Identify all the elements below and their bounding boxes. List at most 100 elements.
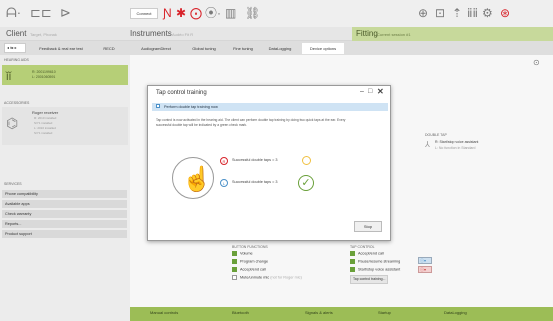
tap-control-training-button[interactable]: Tap control training...: [350, 275, 388, 284]
tc-accept-end-call[interactable]: Accept/end call: [350, 251, 384, 256]
tab-datalogging-bottom[interactable]: DataLogging: [444, 310, 467, 315]
right-ear-badge: R: [220, 157, 228, 165]
hearing-aids-panel[interactable]: ǐǐ R: 2001199610 L: 2001060591: [2, 65, 128, 85]
tab-feedback[interactable]: Feedback & real ear test: [32, 43, 90, 54]
dialog-title: Tap control training: [156, 90, 207, 96]
top-toolbar: ᗩ· ⊏⊏ ⊳ Connect Ɲ ✱ ⨀ ⦿· ▥ ⛓ ⊕ ⊡ ⇡ ⅱⅱ ⚙ …: [0, 0, 553, 27]
fitting-label: Fitting: [356, 29, 378, 38]
accessories-panel[interactable]: ⌬ Roger receiver R: 2010 installed S/Y1 …: [2, 107, 128, 145]
service-label: Reports...: [5, 222, 22, 226]
tab-audiogramdirect[interactable]: AudiogramDirect: [130, 43, 182, 54]
tc-voice-assistant[interactable]: Start/stop voice assistant: [350, 267, 400, 272]
tab-fine-tuning[interactable]: Fine tuning: [228, 43, 258, 54]
fitting-banner[interactable]: Fitting Current session #1: [352, 27, 553, 41]
tc-pause-resume[interactable]: Pause/resume streaming: [350, 259, 400, 264]
maximize-icon[interactable]: □: [368, 88, 372, 95]
help-icon[interactable]: ⊙: [533, 57, 540, 69]
close-icon[interactable]: ✕: [377, 87, 384, 96]
service-check-warranty[interactable]: Check warranty: [2, 210, 127, 218]
accessory-line: L: 2010 installed: [34, 126, 56, 130]
service-product-support[interactable]: Product support: [2, 230, 127, 238]
roger-receiver-icon: ⌬: [6, 115, 19, 131]
tab-global-tuning[interactable]: Global tuning: [186, 43, 222, 54]
hand-glyph: ☝: [182, 166, 212, 193]
tab-manual-controls[interactable]: Manual controls: [150, 310, 178, 315]
banner-text: Perform double tap training now: [164, 104, 218, 109]
link-icon[interactable]: ⛓: [245, 7, 260, 19]
accessory-line: R: 2010 installed: [34, 116, 57, 120]
audiogram-icon[interactable]: ⊡: [435, 7, 445, 19]
tools-icon[interactable]: ⚙: [482, 7, 493, 19]
tab-bluetooth[interactable]: Bluetooth: [232, 310, 249, 315]
checkbox[interactable]: [350, 259, 355, 264]
service-label: Phone compatibility: [5, 192, 38, 196]
connect-button[interactable]: Connect: [130, 8, 158, 19]
bf-program-change[interactable]: Program change: [232, 259, 268, 264]
instruments-name[interactable]: Audéo Fit R: [172, 32, 193, 37]
tab-device-options[interactable]: Device options: [302, 43, 344, 54]
status-left-text: Successful double taps = 3: [232, 180, 278, 184]
button-functions-heading: BUTTON FUNCTIONS: [232, 245, 268, 249]
tab-startup[interactable]: Startup: [378, 310, 391, 315]
checkbox[interactable]: [232, 251, 237, 256]
fitting-session: Current session #1: [377, 32, 411, 37]
checkbox-label: Pause/resume streaming: [358, 259, 401, 264]
left-ear-badge: L: [220, 179, 228, 187]
checkbox-note: (not for Roger mic): [270, 275, 302, 280]
tap-hand-icon: ☝: [172, 157, 214, 199]
service-label: Check warranty: [5, 212, 32, 216]
client-name[interactable]: Target, Phonak: [30, 32, 57, 37]
accessory-line: S/Y1 installed: [34, 131, 53, 135]
globe-icon[interactable]: ⊕: [418, 7, 428, 19]
double-tap-heading: DOUBLE TAP: [425, 133, 447, 137]
status-right-text: Successful double taps = 3: [232, 158, 278, 162]
checkbox[interactable]: [232, 259, 237, 264]
tab-datalogging[interactable]: DataLogging: [262, 43, 298, 54]
ear-icon: ⅄: [425, 140, 430, 149]
voice-assistant-side-select[interactable]: ⓘ▾: [418, 266, 432, 273]
fitting-link-icon[interactable]: ⨀: [190, 7, 202, 19]
checkbox-label: Mute/unmute mic: [240, 275, 270, 280]
hearing-icon[interactable]: ᗩ·: [6, 6, 21, 19]
hearing-aid-right-serial: R: 2001199610: [32, 70, 56, 74]
audio-icon[interactable]: ✱: [176, 7, 186, 19]
checkbox[interactable]: [232, 267, 237, 272]
instrument-icon[interactable]: ⦿·: [205, 7, 221, 19]
minimize-icon[interactable]: –: [360, 88, 364, 95]
stop-button[interactable]: Stop: [354, 221, 382, 232]
client-label: Client: [6, 29, 27, 38]
tab-recd[interactable]: RECD: [98, 43, 120, 54]
checkbox[interactable]: [232, 275, 237, 280]
info-icon: ⓘ▾: [420, 258, 427, 263]
service-reports[interactable]: Reports...: [2, 220, 127, 228]
settings-icon[interactable]: ▥: [225, 7, 236, 19]
dialog-body: Tap control is now activated in the hear…: [156, 118, 346, 127]
datalog-icon[interactable]: ⊛: [500, 7, 510, 19]
checkbox[interactable]: [350, 267, 355, 272]
history-nav[interactable]: ◂ ⇆ ▸: [4, 43, 26, 53]
checkbox-label: Accept/end call: [240, 267, 266, 272]
pending-ring-icon: [302, 156, 311, 165]
fine-tune-icon[interactable]: ⅱⅱ: [467, 7, 478, 19]
tap-control-section: TAP CONTROL Accept/end call Pause/resume…: [350, 245, 470, 295]
bf-mute-mic[interactable]: Mute/unmute mic (not for Roger mic): [232, 275, 302, 280]
accessory-line: S/Y1 installed: [34, 121, 53, 125]
hearing-aid-pair-icon: ǐǐ: [6, 69, 12, 83]
checkbox[interactable]: [350, 251, 355, 256]
status-right: R Successful double taps = 3: [220, 156, 344, 168]
noahlink-icon[interactable]: Ɲ: [163, 7, 172, 19]
bf-accept-end-call[interactable]: Accept/end call: [232, 267, 266, 272]
checkbox-label: Start/stop voice assistant: [358, 267, 401, 272]
service-available-apps[interactable]: Available apps: [2, 200, 127, 208]
forward-icon[interactable]: ⊳: [60, 6, 71, 19]
bottom-tab-bar: [130, 307, 553, 321]
streaming-side-select[interactable]: ⓘ▾: [418, 257, 432, 264]
session-icon[interactable]: ⊏⊏: [30, 6, 52, 19]
tab-signals-alerts[interactable]: Signals & alerts: [305, 310, 333, 315]
accessories-heading: ACCESSORIES: [4, 101, 30, 105]
bf-volume[interactable]: Volume: [232, 251, 253, 256]
double-tap-right: R: Start/stop voice assistant: [435, 140, 479, 144]
info-icon: ⓘ▾: [420, 267, 427, 272]
service-phone-compatibility[interactable]: Phone compatibility: [2, 190, 127, 198]
person-up-icon[interactable]: ⇡: [452, 7, 462, 19]
